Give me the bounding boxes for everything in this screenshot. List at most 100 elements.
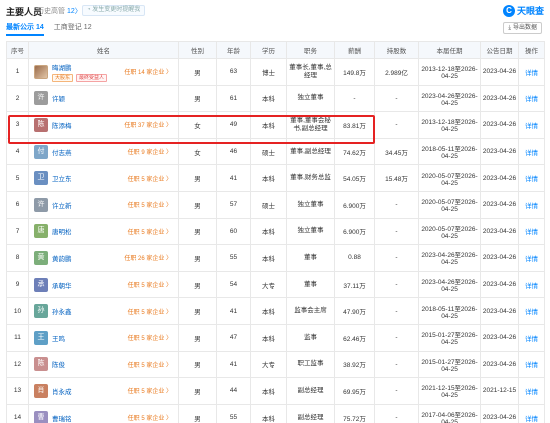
row-number: 3 <box>6 111 29 139</box>
term-cell: 2023-04-26至2026-04-25 <box>418 84 481 113</box>
avatar[interactable]: 陈 <box>34 357 48 372</box>
person-name-link[interactable]: 许立新 <box>52 200 124 210</box>
positions-link[interactable]: 任职 5 家企业 〉 <box>128 360 178 369</box>
positions-link[interactable]: 任职 5 家企业 〉 <box>128 307 178 316</box>
table-row: 11 王王鸣 任职 5 家企业 〉男 47 本科 监事 62.46万 -2015-01-27至… <box>6 323 545 352</box>
age-cell: 55 <box>216 403 251 423</box>
name-cell: 付付志燕 任职 9 家企业 〉 <box>28 137 179 166</box>
name-cell: 许许颖 <box>28 84 179 113</box>
announcement-date-cell: 2023-04-26 <box>480 164 519 192</box>
detail-link[interactable]: 详情 <box>518 164 545 192</box>
age-cell: 44 <box>216 377 251 405</box>
export-data-button[interactable]: ⤓ 导出数据 <box>503 22 542 34</box>
avatar[interactable]: 王 <box>34 330 48 345</box>
detail-link[interactable]: 详情 <box>518 350 545 379</box>
person-name-link[interactable]: 肖永成 <box>52 386 124 396</box>
age-cell: 47 <box>216 323 251 352</box>
name-cell: 陈陈添梅 任职 37 家企业 〉 <box>28 111 179 139</box>
row-number: 5 <box>6 164 29 192</box>
age-cell: 54 <box>216 270 251 299</box>
follow-change-button[interactable]: ◔ 发生变更时提醒我 <box>82 5 146 16</box>
person-name-link[interactable]: 黄韵鹏 <box>52 253 120 263</box>
salary-cell: 75.72万 <box>334 403 375 423</box>
name-cell: 黄黄韵鹏 任职 26 家企业 〉 <box>28 244 179 272</box>
history-executives-link[interactable]: 历史高管 12〉 <box>37 6 82 16</box>
term-cell: 2023-04-26至2026-04-25 <box>418 270 481 299</box>
person-name-link[interactable]: 陈添梅 <box>52 120 120 130</box>
person-name-link[interactable]: 许颖 <box>52 93 168 103</box>
detail-link[interactable]: 详情 <box>518 84 545 113</box>
person-name-link[interactable]: 陈俊 <box>52 359 124 369</box>
age-cell: 57 <box>216 190 251 219</box>
positions-link[interactable]: 任职 26 家企业 〉 <box>124 253 177 262</box>
positions-link[interactable]: 任职 5 家企业 〉 <box>128 174 178 183</box>
detail-link[interactable]: 详情 <box>518 217 545 246</box>
detail-link[interactable]: 详情 <box>518 58 545 86</box>
avatar[interactable]: 陈 <box>34 117 48 132</box>
col-header[interactable]: 持股数 <box>374 41 419 59</box>
col-header[interactable]: 薪酬 <box>334 41 375 59</box>
detail-link[interactable]: 详情 <box>518 403 545 423</box>
person-name-link[interactable]: 孙永鑫 <box>52 306 124 316</box>
detail-link[interactable]: 详情 <box>518 111 545 139</box>
avatar[interactable]: 许 <box>34 91 48 106</box>
term-cell: 2013-12-18至2026-04-25 <box>418 58 481 86</box>
positions-link[interactable]: 任职 37 家企业 〉 <box>124 120 177 129</box>
education-cell: 硕士 <box>250 190 287 219</box>
row-number: 1 <box>6 58 29 86</box>
person-name-link[interactable]: 卫立东 <box>52 173 124 183</box>
person-name-link[interactable]: 王鸣 <box>52 333 124 343</box>
avatar[interactable]: 唐 <box>34 224 48 239</box>
col-header: 序号 <box>6 41 29 59</box>
position-cell: 董事 <box>286 270 335 299</box>
shares-cell: 34.45万 <box>374 137 419 166</box>
table-row: 8 黄黄韵鹏 任职 26 家企业 〉男 55 本科 董事 0.88-2023-04-26至2… <box>6 244 545 272</box>
table-row: 10 孙孙永鑫 任职 5 家企业 〉男 41 本科 监事会主席 47.90万 -2018-05… <box>6 297 545 325</box>
detail-link[interactable]: 详情 <box>518 244 545 272</box>
avatar[interactable]: 付 <box>34 144 48 159</box>
name-cell: 许许立新 任职 5 家企业 〉 <box>28 190 179 219</box>
avatar[interactable]: 卫 <box>34 171 48 186</box>
positions-link[interactable]: 任职 5 家企业 〉 <box>128 200 178 209</box>
person-name-link[interactable]: 付志燕 <box>52 147 124 157</box>
positions-link[interactable]: 任职 9 家企业 〉 <box>128 147 178 156</box>
positions-link[interactable]: 任职 5 家企业 〉 <box>128 280 178 289</box>
name-cell: 唐唐明松 任职 5 家企业 〉 <box>28 217 179 246</box>
announcement-date-cell: 2023-04-26 <box>480 111 519 139</box>
avatar[interactable]: 承 <box>34 277 48 292</box>
person-name-link[interactable]: 唐明松 <box>52 226 124 236</box>
detail-link[interactable]: 详情 <box>518 377 545 405</box>
avatar[interactable]: 许 <box>34 197 48 212</box>
tab-latest-disclosure[interactable]: 最新公示 14 <box>6 22 44 36</box>
row-number: 13 <box>6 377 29 405</box>
positions-link[interactable]: 任职 5 家企业 〉 <box>128 333 178 342</box>
age-cell: 41 <box>216 350 251 379</box>
detail-link[interactable]: 详情 <box>518 297 545 325</box>
person-name-link[interactable]: 承朝华 <box>52 280 124 290</box>
education-cell: 大专 <box>250 350 287 379</box>
avatar[interactable]: 黄 <box>34 250 48 265</box>
gender-cell: 男 <box>178 217 217 246</box>
table-header-row: 序号 姓名 性别 年龄 学历 职务 薪酬 持股数 本届任期 公告日期 操作 <box>6 41 545 59</box>
follow-label: 发生变更时提醒我 <box>92 7 141 13</box>
person-name-link[interactable]: 曹瑞铭 <box>52 413 124 423</box>
detail-link[interactable]: 详情 <box>518 137 545 166</box>
positions-link[interactable]: 任职 5 家企业 〉 <box>128 386 178 395</box>
term-cell: 2015-01-27至2026-04-25 <box>418 350 481 379</box>
table-row: 13 肖肖永成 任职 5 家企业 〉男 44 本科 副总经理 69.95万 -2021-12-… <box>6 377 545 405</box>
avatar[interactable]: 孙 <box>34 304 48 319</box>
positions-link[interactable]: 任职 5 家企业 〉 <box>128 227 178 236</box>
tab-business-registration[interactable]: 工商登记 12 <box>54 22 92 36</box>
positions-link[interactable]: 任职 5 家企业 〉 <box>128 413 178 422</box>
position-cell: 职工监事 <box>286 350 335 379</box>
avatar[interactable] <box>34 64 48 79</box>
avatar[interactable]: 曹 <box>34 410 48 423</box>
detail-link[interactable]: 详情 <box>518 323 545 352</box>
position-cell: 独立董事 <box>286 190 335 219</box>
avatar[interactable]: 肖 <box>34 383 48 398</box>
detail-link[interactable]: 详情 <box>518 190 545 219</box>
positions-link[interactable]: 任职 14 家企业 〉 <box>124 67 177 76</box>
detail-link[interactable]: 详情 <box>518 270 545 299</box>
salary-cell: 74.62万 <box>334 137 375 166</box>
person-name-link[interactable]: 晦湖鹏 <box>52 62 120 72</box>
